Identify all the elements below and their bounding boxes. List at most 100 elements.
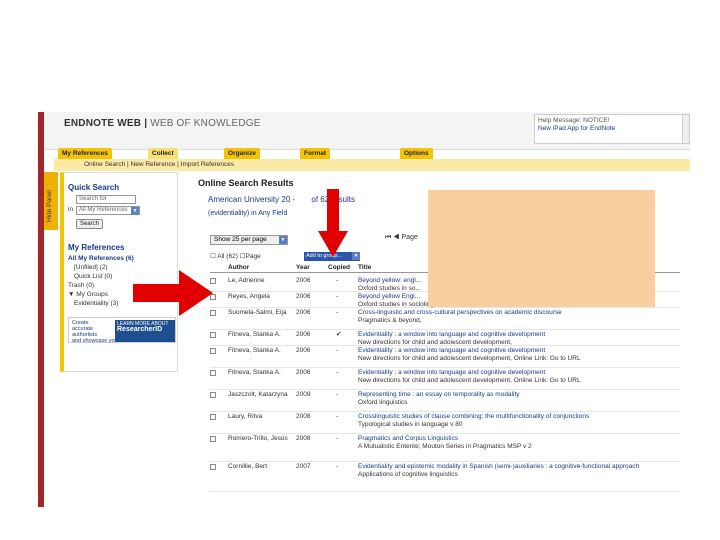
- per-page-select[interactable]: Show 25 per page ▼: [210, 235, 288, 245]
- researcher-right: LEARN MORE ABOUT ResearcherID: [115, 320, 175, 342]
- row-title-cell: Pragmatics and Corpus Linguistics A Mutua…: [358, 435, 678, 450]
- message-box[interactable]: Help Message: NOTICE! New iPad App for E…: [534, 114, 690, 144]
- my-references-title: My References: [68, 243, 125, 252]
- row-title-cell: Cross-linguistic and cross-cultural pers…: [358, 309, 678, 324]
- all-label: All (62): [217, 253, 238, 260]
- row-subtitle: New directions for child and adolescent …: [358, 354, 581, 362]
- tab-collect[interactable]: Collect: [148, 148, 178, 159]
- table-row[interactable]: Fitneva, Stanka A. 2006 ✔ Evidentiality : a…: [210, 330, 680, 346]
- row-checkbox[interactable]: [210, 464, 216, 470]
- page-label: Page: [401, 234, 418, 241]
- row-title-link[interactable]: Evidentiality : a window into language a…: [358, 347, 545, 354]
- message-line[interactable]: New iPad App for EndNote: [538, 125, 686, 133]
- table-row[interactable]: Jaszczolt, Katarzyna 2009 - Representing ti…: [210, 390, 680, 412]
- row-title-link[interactable]: Crosslinguistic studies of clause combin…: [358, 413, 589, 420]
- row-title-link[interactable]: Beyond yellow: engl...: [358, 277, 421, 284]
- row-author: Fitneva, Stanka A.: [228, 347, 281, 354]
- message-line: Help Message: NOTICE!: [538, 117, 610, 124]
- quick-search-title: Quick Search: [68, 183, 120, 192]
- all-checkbox[interactable]: ☐: [210, 253, 216, 260]
- table-row[interactable]: Suomela-Salmi, Eija 2006 - Cross-linguistic…: [210, 308, 680, 330]
- row-copied: -: [336, 309, 339, 316]
- table-row[interactable]: Fitneva, Stanka A. 2006 - Evidentiality : a…: [210, 346, 680, 368]
- hide-panel-tab[interactable]: Hide Panel: [44, 172, 58, 230]
- row-checkbox[interactable]: [210, 392, 216, 398]
- row-author: Fitneva, Stanka A.: [228, 369, 281, 376]
- subnav-online-search[interactable]: Online Search: [84, 161, 125, 168]
- col-year[interactable]: Year: [296, 264, 310, 271]
- row-title-link[interactable]: Evidentiality : a window into language a…: [358, 369, 545, 376]
- row-checkbox[interactable]: [210, 370, 216, 376]
- top-banner: ENDNOTE WEB | WEB OF KNOWLEDGE Help Mess…: [44, 112, 690, 150]
- col-copied[interactable]: Copied: [328, 264, 350, 271]
- row-title-link[interactable]: Pragmatics and Corpus Linguistics: [358, 435, 458, 442]
- row-copied: -: [336, 293, 339, 300]
- row-checkbox[interactable]: [210, 332, 216, 338]
- row-title-link[interactable]: Evidentiality : a window into language a…: [358, 331, 545, 338]
- row-author: Fitneva, Stanka A.: [228, 331, 281, 338]
- search-input[interactable]: Search for: [76, 195, 136, 204]
- table-row[interactable]: Cornillie, Bert 2007 - Evidentiality and ep…: [210, 462, 680, 492]
- row-year: 2008: [296, 413, 311, 420]
- arrow-right-icon: [133, 270, 213, 316]
- logo-web: WEB: [117, 118, 142, 129]
- per-page-value: Show 25 per page: [214, 236, 267, 243]
- arrow-down-icon: [318, 189, 348, 257]
- hide-panel-label: Hide Panel: [46, 190, 53, 222]
- sidebar-item-all[interactable]: All My References (6): [68, 255, 134, 262]
- page-label: Page: [245, 253, 261, 260]
- first-page-icon[interactable]: ⏮: [385, 234, 391, 241]
- search-button[interactable]: Search: [76, 219, 104, 229]
- sidebar-item-unfiled[interactable]: [Unfiled] (2): [74, 264, 108, 271]
- table-row[interactable]: Laury, Ritva 2008 - Crosslinguistic studies…: [210, 412, 680, 434]
- researcherid-ad[interactable]: Create accurate authorlists and showcase…: [68, 317, 176, 344]
- logo-endnote: ENDNOTE: [64, 118, 115, 129]
- overlay-box: [428, 190, 655, 307]
- sidebar-item-trash[interactable]: Trash (0): [68, 282, 94, 289]
- row-year: 2006: [296, 347, 311, 354]
- col-author[interactable]: Author: [228, 264, 249, 271]
- search-scope-select[interactable]: All My References ▼: [76, 206, 140, 215]
- sidebar-item-quick-list[interactable]: Quick List (0): [74, 273, 112, 280]
- pager: ⏮ ◀ Page: [385, 234, 418, 241]
- sidebar-item-evidentiality[interactable]: Evidentiality (3): [74, 300, 118, 307]
- subnav-new-reference[interactable]: New Reference: [131, 161, 176, 168]
- tab-format[interactable]: Format: [300, 148, 331, 159]
- col-title[interactable]: Title: [358, 264, 371, 271]
- expand-icon: ▼: [68, 291, 77, 298]
- row-year: 2008: [296, 435, 311, 442]
- row-copied: ✔: [336, 331, 342, 338]
- row-author: Romero-Trillo, Jesús: [228, 435, 288, 442]
- row-copied: -: [336, 391, 339, 398]
- row-title-link[interactable]: Beyond yellow Engl...: [358, 293, 420, 300]
- app-logo: ENDNOTE WEB | WEB OF KNOWLEDGE: [64, 118, 261, 129]
- row-subtitle: Applications of cognitive linguistics: [358, 470, 458, 478]
- row-checkbox[interactable]: [210, 348, 216, 354]
- row-year: 2009: [296, 391, 311, 398]
- row-title-link[interactable]: Representing time : an essay on temporal…: [358, 391, 520, 398]
- row-checkbox[interactable]: [210, 436, 216, 442]
- tab-organize[interactable]: Organize: [224, 148, 260, 159]
- selection-bar: ☐ All (62) ☐Page: [210, 252, 261, 260]
- sub-navigation: Online Search | New Reference | Import R…: [54, 159, 690, 171]
- row-subtitle: A Mutualistic Entente; Mouton Series in …: [358, 442, 532, 450]
- chevron-down-icon: ▼: [131, 207, 139, 215]
- tab-options[interactable]: Options: [400, 148, 433, 159]
- row-year: 2006: [296, 277, 311, 284]
- tab-my-references[interactable]: My References: [58, 148, 112, 159]
- row-title-link[interactable]: Evidentiality and epistemic modality in …: [358, 463, 639, 470]
- row-author: Reyes, Angela: [228, 293, 270, 300]
- message-scrollbar[interactable]: [682, 115, 689, 143]
- table-row[interactable]: Romero-Trillo, Jesús 2008 - Pragmatics and …: [210, 434, 680, 462]
- row-subtitle: Pragmatics & beyond,: [358, 316, 422, 324]
- sidebar-item-my-groups[interactable]: ▼ My Groups: [68, 291, 108, 298]
- row-author: Laury, Ritva: [228, 413, 263, 420]
- query-source: American University: [208, 195, 280, 204]
- main-tabs: My References Collect Organize Format Op…: [54, 148, 690, 159]
- row-subtitle: Oxford linguistics: [358, 398, 408, 406]
- row-title-link[interactable]: Cross-linguistic and cross-cultural pers…: [358, 309, 562, 316]
- row-checkbox[interactable]: [210, 414, 216, 420]
- subnav-import-references[interactable]: Import References: [181, 161, 234, 168]
- table-row[interactable]: Fitneva, Stanka A. 2006 - Evidentiality : a…: [210, 368, 680, 390]
- chevron-down-icon: ▼: [352, 252, 360, 260]
